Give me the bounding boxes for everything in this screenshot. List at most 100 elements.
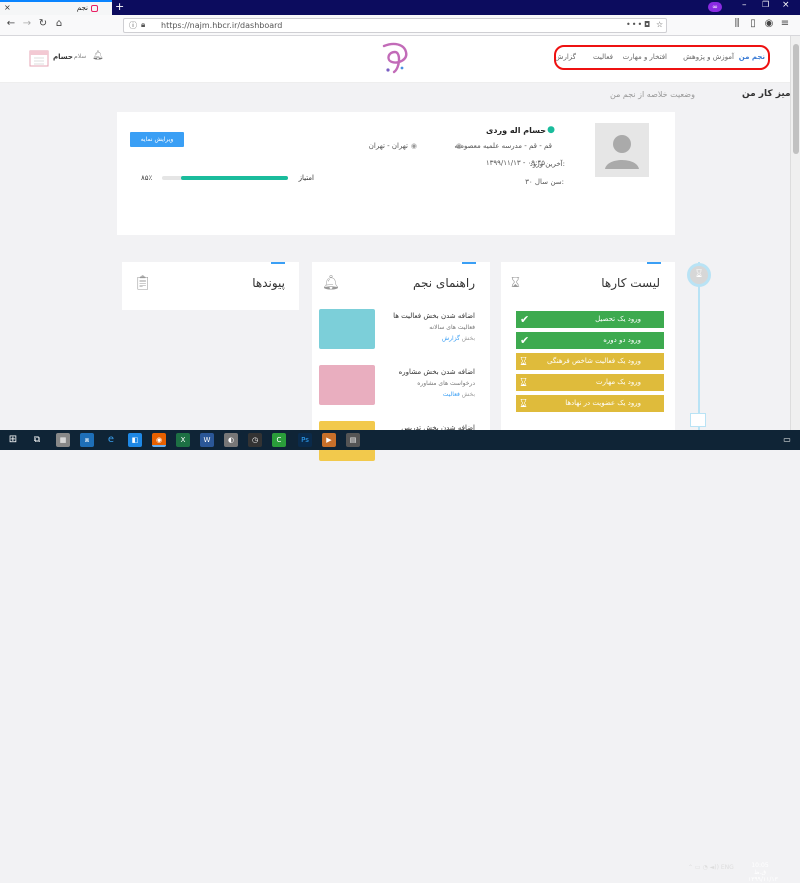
reload-icon[interactable]: ↻ [36,18,50,29]
guide-section-label: بخش [461,335,475,342]
city-pin-icon: ◉ [410,142,417,150]
word-icon[interactable]: W [200,433,214,447]
windows-start-icon[interactable]: ⊞ [6,433,20,447]
browser-nav-bar: ← → ↻ ⌂ ⓘ 🔒︎ https://najm.hbcr.ir/dashbo… [0,15,800,36]
hamburger-menu-icon[interactable]: ≡ [778,18,792,29]
task-label: ورود یک مهارت [595,378,641,386]
highlight-ring [554,45,770,70]
clock-app-icon[interactable]: ◷ [248,433,262,447]
guide-item-title[interactable]: اضافه شدن بخش مشاوره [399,368,475,376]
private-browsing-icon: ∞ [708,2,722,12]
folder-icon[interactable]: ▤ [346,433,360,447]
guide-card-title: راهنمای نجم [413,276,475,290]
info-icon[interactable]: ⓘ [129,20,137,31]
url-text[interactable]: https://najm.hbcr.ir/dashboard [161,21,282,30]
profile-card: حسام اله وردی ● قم - قم - مدرسه علمیه مع… [117,112,675,235]
guide-item-desc: درخواست های مشاوره [417,380,475,387]
guide-item-title[interactable]: اضافه شدن بخش فعالیت ها [393,312,475,320]
guide-item[interactable]: اضافه شدن بخش مشاوره درخواست های مشاوره بخ… [319,365,475,413]
score-percent: ۸۵٪ [141,174,153,182]
scrollbar-thumb[interactable] [793,44,799,154]
score-label: امتیاز [298,174,314,182]
library-icon[interactable]: ⫼ [730,18,744,29]
edge-icon[interactable]: e [104,433,118,447]
timeline-line [698,262,700,430]
sidebar-icon[interactable]: ▯ [746,18,760,29]
task-item[interactable]: ⌛︎ ورود یک فعالیت شاخص فرهنگی [516,353,664,370]
hourglass-icon: ⌛︎ [520,397,527,410]
clipboard-icon: 📋︎ [134,275,152,291]
profile-city: تهران - تهران [368,142,408,150]
page-actions-icon[interactable]: ••• [626,20,643,29]
taskbar-clock[interactable]: 10:05 ق.ظ ۱۳۹۹/۱۱/۱۳ [748,862,778,883]
tab-title: نجم [76,4,88,12]
photos-icon[interactable]: ◧ [128,433,142,447]
guide-card: راهنمای نجم 🔔︎ اضافه شدن بخش فعالیت ها فع… [312,262,490,461]
user-menu[interactable]: حسام سلام 🔔︎ [29,48,105,68]
profile-name: حسام اله وردی [486,126,546,135]
tasks-card-title: لیست کارها [601,276,660,290]
language-indicator[interactable]: ENG [721,864,734,871]
home-icon[interactable]: ⌂ [52,18,66,29]
page-scrollbar[interactable] [790,36,800,430]
system-tray[interactable]: ⌃ ▭ ◔ ◄)) ENG [688,864,734,871]
guide-section-link[interactable]: گزارش [442,335,460,342]
card-accent-line [271,262,285,264]
edit-profile-button[interactable]: ویرایش نمایه [130,132,184,147]
age-value: ۳۰ سال [525,178,548,186]
guide-item[interactable]: اضافه شدن بخش فعالیت ها فعالیت های سالانه… [319,309,475,357]
firefox-icon[interactable]: ◉ [152,433,166,447]
guide-item-section: بخش فعالیت [443,391,475,398]
task-view-icon[interactable]: ⧉ [30,433,44,447]
task-item[interactable]: ⌛︎ ورود یک مهارت [516,374,664,391]
links-card-title: پیوندها [252,276,285,290]
check-icon: ✔ [520,313,530,326]
profile-location: قم - قم - مدرسه علمیه معصومیه [454,142,552,150]
calendar-icon[interactable] [29,48,49,68]
links-card: پیوندها 📋︎ [122,262,299,310]
bell-icon[interactable]: 🔔︎ [92,51,103,61]
task-item[interactable]: ✔ ورود یک تحصیل [516,311,664,328]
network-icon[interactable]: ⧈ [80,433,94,447]
guide-item-section: بخش گزارش [442,335,475,342]
new-tab-button[interactable]: + [115,0,124,13]
guide-item-image [319,309,375,349]
page-subtitle: وضعیت خلاصه از نجم من [610,90,695,99]
media-icon[interactable]: ▶ [322,433,336,447]
clock-time: 10:05 ق.ظ [751,862,769,876]
window-close-button[interactable]: × [782,0,790,10]
pocket-icon[interactable]: ◘ [644,20,650,29]
user-name[interactable]: حسام [53,53,73,61]
camtasia-icon[interactable]: C [272,433,286,447]
card-accent-line [462,262,476,264]
notifications-icon[interactable]: ▭ [780,433,794,447]
window-maximize-button[interactable]: ❐ [762,0,769,9]
task-label: ورود یک تحصیل [595,315,641,323]
user-greeting: سلام [74,53,87,60]
url-bar[interactable]: ⓘ 🔒︎ https://najm.hbcr.ir/dashboard ••• … [123,18,667,33]
timeline-hourglass-icon: ⌛︎ [687,263,711,287]
bell-icon: 🔔︎ [322,275,340,291]
calculator-icon[interactable]: ▦ [56,433,70,447]
favicon-icon [91,5,98,12]
app-icon[interactable]: ◐ [224,433,238,447]
task-item[interactable]: ⌛︎ ورود یک عضویت در نهادها [516,395,664,412]
window-minimize-button[interactable]: – [742,0,747,10]
hourglass-icon: ⌛︎ [511,275,520,291]
back-icon[interactable]: ← [4,18,18,29]
task-item[interactable]: ✔ ورود دو دوره [516,332,664,349]
avatar [595,123,649,177]
excel-icon[interactable]: X [176,433,190,447]
browser-tab[interactable]: × نجم [0,0,112,15]
task-label: ورود دو دوره [603,336,641,344]
extension-icon[interactable]: ◉ [762,18,776,29]
photoshop-icon[interactable]: Ps [298,433,312,447]
lock-icon: 🔒︎ [141,20,146,29]
guide-section-link[interactable]: فعالیت [443,391,460,398]
forward-icon[interactable]: → [20,18,34,29]
check-icon: ✔ [520,334,530,347]
tab-close-button[interactable]: × [4,3,11,12]
location-pin-icon: ◉ [455,142,462,150]
bookmark-star-icon[interactable]: ☆ [656,20,663,29]
browser-title-bar: × نجم + ∞ – ❐ × [0,0,800,15]
